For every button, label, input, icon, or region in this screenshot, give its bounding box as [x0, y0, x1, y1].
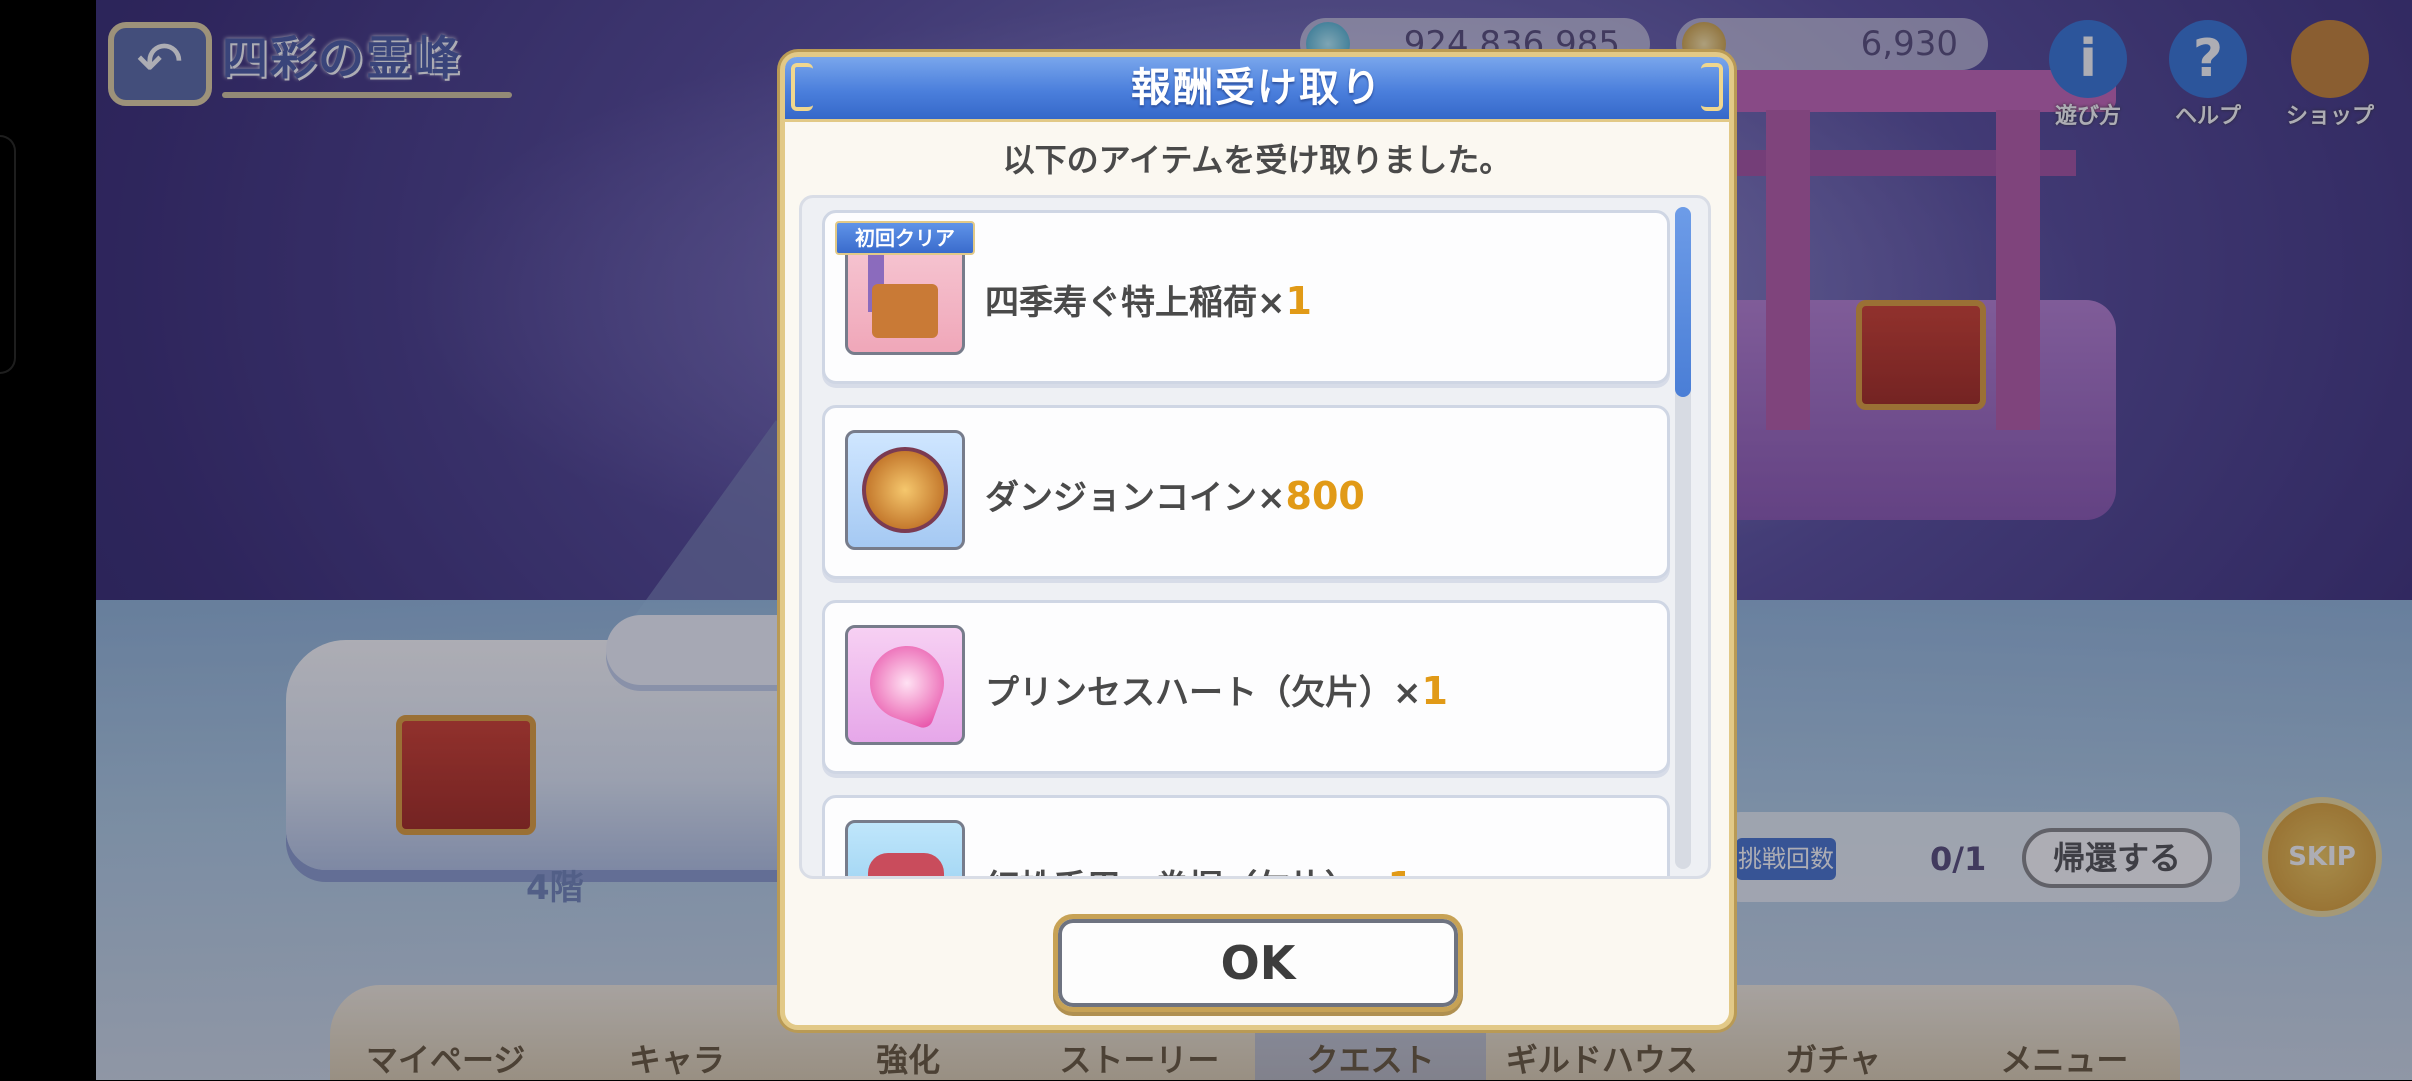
screen-edge [0, 0, 96, 1080]
reward-item: ダンジョンコイン×800 [822, 405, 1670, 579]
princess-heart-icon [845, 625, 965, 745]
gauntlet-shape [868, 853, 944, 876]
list-scrollbar[interactable] [1675, 207, 1691, 869]
item-name-text: 四季寿ぐ特上稲荷 [985, 283, 1257, 323]
scroll-thumb[interactable] [1675, 207, 1691, 397]
item-name-text: 紅蛛手甲・拳握（欠片） [985, 868, 1359, 876]
reward-item: プリンセスハート（欠片）×1 [822, 600, 1670, 774]
ok-button[interactable]: OK [1053, 914, 1463, 1012]
dialog-title: 報酬受け取り [1131, 65, 1383, 111]
dialog-message: 以下のアイテムを受け取りました。 [1002, 141, 1512, 179]
reward-dialog: 報酬受け取り 以下のアイテムを受け取りました。 初回クリア 四季寿ぐ特上稲荷×1… [780, 52, 1734, 1030]
camera-notch [0, 135, 16, 374]
item-qty: 1 [1421, 669, 1448, 713]
lion-coin [862, 447, 948, 533]
dungeon-coin-icon [845, 430, 965, 550]
reward-item: 初回クリア 四季寿ぐ特上稲荷×1 [822, 210, 1670, 384]
item-qty: 800 [1285, 474, 1365, 518]
item-name-text: プリンセスハート（欠片） [985, 673, 1393, 713]
reward-item-name: 四季寿ぐ特上稲荷×1 [985, 279, 1312, 323]
item-qty: 1 [1388, 864, 1414, 876]
heart-shard [859, 635, 955, 731]
gauntlet-icon [845, 820, 965, 876]
item-qty: 1 [1285, 279, 1312, 323]
reward-item-name: ダンジョンコイン×800 [985, 474, 1365, 518]
reward-list[interactable]: 初回クリア 四季寿ぐ特上稲荷×1 ダンジョンコイン×800 プリンセスハート（欠… [799, 195, 1711, 879]
inari-box [872, 284, 938, 338]
dialog-header: 報酬受け取り [785, 57, 1729, 122]
reward-item: 紅蛛手甲・拳握（欠片）×1 [822, 795, 1670, 876]
reward-item-name: プリンセスハート（欠片）×1 [985, 669, 1448, 713]
first-clear-badge: 初回クリア [835, 221, 975, 255]
item-name-text: ダンジョンコイン [985, 478, 1257, 518]
reward-item-name: 紅蛛手甲・拳握（欠片）×1 [985, 860, 1414, 876]
